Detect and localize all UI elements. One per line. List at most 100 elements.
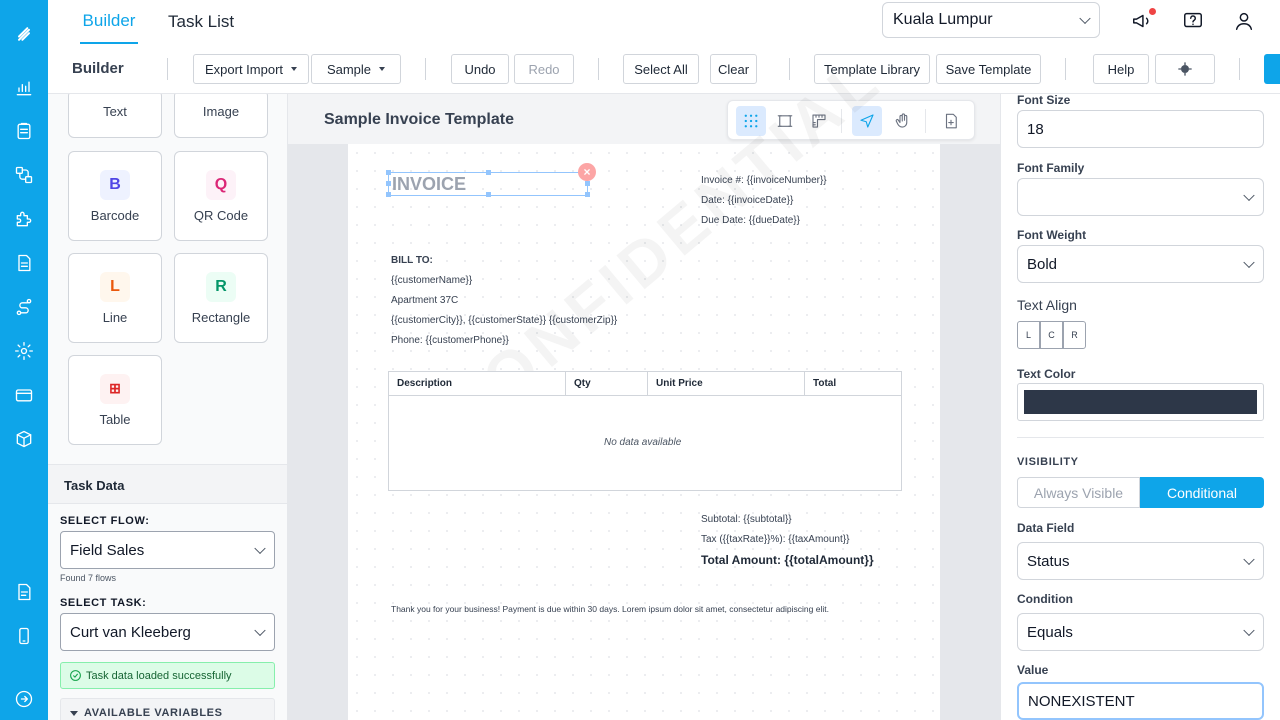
invoice-number[interactable]: Invoice #: {{invoiceNumber}} (701, 175, 827, 186)
data-field-select[interactable]: Status (1017, 542, 1264, 580)
component-image[interactable]: Image (174, 94, 268, 138)
customer-address[interactable]: Apartment 37C (391, 295, 458, 306)
pan-tool[interactable] (888, 106, 918, 136)
task-select[interactable]: Curt van Kleeberg (60, 613, 275, 651)
align-left-button[interactable]: L (1017, 321, 1040, 349)
announcement-icon[interactable] (1131, 8, 1156, 34)
hand-icon (895, 113, 908, 128)
help-chat-icon[interactable] (1182, 10, 1206, 34)
document-icon[interactable] (12, 251, 36, 275)
add-page-button[interactable] (936, 106, 966, 136)
customer-name[interactable]: {{customerName}} (391, 275, 472, 286)
component-qr-code[interactable]: Q QR Code (174, 151, 268, 241)
value-text: NONEXISTENT (1028, 692, 1135, 710)
tab-builder[interactable]: Builder (80, 0, 138, 44)
resize-handle[interactable] (486, 192, 491, 197)
text-color-picker[interactable] (1017, 383, 1264, 421)
component-rectangle[interactable]: R Rectangle (174, 253, 268, 343)
resize-handle[interactable] (386, 170, 391, 175)
chevron-down-icon (254, 624, 266, 637)
logo-icon[interactable] (12, 22, 36, 46)
builder-toolbar: Builder Export Import Sample Undo Redo S… (48, 44, 1280, 94)
mobile-icon[interactable] (12, 624, 36, 648)
theme-button[interactable] (1155, 54, 1215, 84)
invoice-title: INVOICE (392, 174, 467, 194)
resize-handle[interactable] (386, 192, 391, 197)
due-date[interactable]: Due Date: {{dueDate}} (701, 215, 800, 226)
workflow-icon[interactable] (12, 163, 36, 187)
help-button[interactable]: Help (1093, 54, 1149, 84)
select-flow-label: SELECT FLOW: (60, 515, 150, 527)
box-icon[interactable] (12, 427, 36, 451)
component-label: QR Code (193, 207, 249, 223)
user-icon[interactable] (1233, 10, 1257, 34)
clipboard-icon[interactable] (12, 119, 36, 143)
subtotal[interactable]: Subtotal: {{subtotal}} (701, 514, 792, 525)
card-icon[interactable] (12, 383, 36, 407)
customer-phone[interactable]: Phone: {{customerPhone}} (391, 335, 509, 346)
file-icon[interactable] (12, 580, 36, 604)
save-template-button[interactable]: Save Template (936, 54, 1041, 84)
puzzle-icon[interactable] (12, 207, 36, 231)
resize-handle[interactable] (486, 170, 491, 175)
condition-value: Equals (1027, 623, 1073, 641)
available-variables-toggle[interactable]: AVAILABLE VARIABLES (60, 698, 275, 720)
resize-handle[interactable] (585, 192, 590, 197)
items-table[interactable]: Description Qty Unit Price Total No data… (388, 371, 902, 491)
selected-element[interactable]: INVOICE (386, 170, 590, 197)
condition-select[interactable]: Equals (1017, 613, 1264, 651)
font-size-value: 18 (1027, 120, 1044, 138)
delete-element-icon[interactable]: × (578, 163, 596, 181)
clear-button[interactable]: Clear (710, 54, 757, 84)
city-select[interactable]: Kuala Lumpur (882, 2, 1100, 38)
customer-city-line[interactable]: {{customerCity}}, {{customerState}} {{cu… (391, 315, 617, 326)
font-weight-select[interactable]: Bold (1017, 245, 1264, 283)
city-value: Kuala Lumpur (893, 11, 993, 28)
tab-task-list[interactable]: Task List (168, 0, 234, 44)
component-barcode[interactable]: B Barcode (68, 151, 162, 241)
invoice-date[interactable]: Date: {{invoiceDate}} (701, 195, 793, 206)
redo-button[interactable]: Redo (514, 54, 574, 84)
select-all-button[interactable]: Select All (623, 54, 699, 84)
component-text[interactable]: Text (68, 94, 162, 138)
tax-line[interactable]: Tax ({{taxRate}}%): {{taxAmount}} (701, 534, 849, 545)
task-data-header[interactable]: Task Data (48, 464, 287, 504)
font-weight-label: Font Weight (1017, 228, 1087, 242)
publish-button[interactable] (1264, 54, 1280, 84)
table-col-divider (565, 372, 566, 396)
barcode-icon: B (100, 169, 130, 200)
components-panel: Text Image B Barcode Q QR Code L Line R … (48, 94, 288, 720)
toolbar-divider (598, 58, 599, 80)
logout-icon[interactable] (12, 687, 36, 711)
component-line[interactable]: L Line (68, 253, 162, 343)
analytics-icon[interactable] (12, 76, 36, 100)
invoice-page[interactable]: CONFIDENTIAL INVOICE × Invoice #: {{invo… (348, 42, 940, 720)
color-swatch (1024, 390, 1257, 414)
always-visible-toggle[interactable]: Always Visible (1017, 477, 1140, 508)
flows-found-text: Found 7 flows (60, 573, 117, 583)
route-icon[interactable] (12, 295, 36, 319)
font-family-select[interactable] (1017, 178, 1264, 216)
align-right-button[interactable]: R (1063, 321, 1086, 349)
flow-select[interactable]: Field Sales (60, 531, 275, 569)
bill-to-label[interactable]: BILL TO: (391, 255, 433, 266)
export-import-button[interactable]: Export Import (193, 54, 309, 84)
sample-button[interactable]: Sample (311, 54, 401, 84)
undo-button[interactable]: Undo (451, 54, 509, 84)
gear-icon (1178, 62, 1192, 76)
chevron-down-icon (1243, 624, 1255, 637)
component-table[interactable]: ⊞ Table (68, 355, 162, 445)
value-input[interactable]: NONEXISTENT (1017, 682, 1264, 720)
font-size-input[interactable]: 18 (1017, 110, 1264, 148)
resize-handle[interactable] (386, 181, 391, 186)
settings-icon[interactable] (12, 339, 36, 363)
data-field-value: Status (1027, 552, 1070, 570)
footer-note[interactable]: Thank you for your business! Payment is … (391, 604, 829, 614)
conditional-toggle[interactable]: Conditional (1140, 477, 1264, 508)
template-name[interactable]: Sample Invoice Template (324, 111, 514, 129)
total-amount[interactable]: Total Amount: {{totalAmount}} (701, 553, 874, 567)
resize-handle[interactable] (585, 181, 590, 186)
align-center-button[interactable]: C (1040, 321, 1063, 349)
table-col-divider (804, 372, 805, 396)
table-icon: ⊞ (100, 373, 130, 404)
